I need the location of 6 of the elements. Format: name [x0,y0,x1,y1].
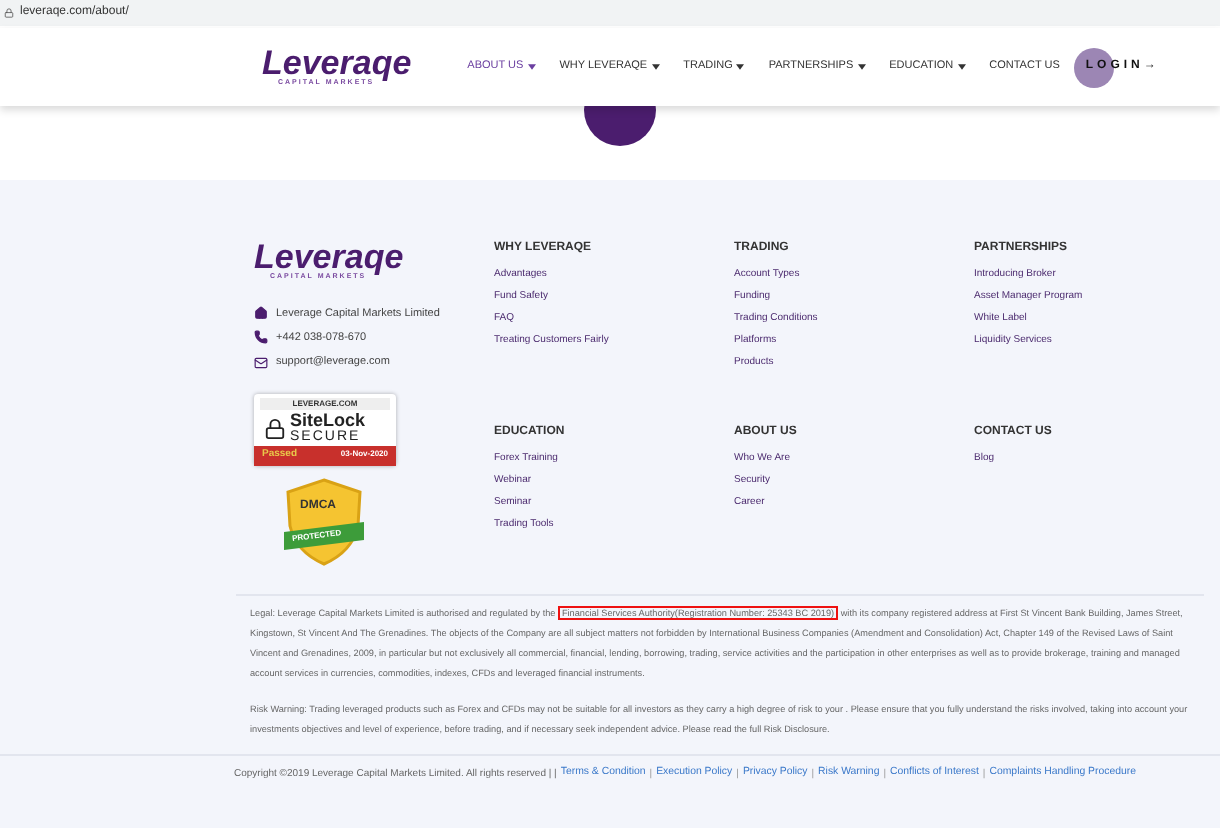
phone-icon [254,330,268,345]
envelope-icon [254,355,268,370]
lock-icon [4,8,14,18]
badge-brand: SiteLock [290,412,366,431]
home-icon [254,306,268,321]
padlock-icon [264,417,286,440]
